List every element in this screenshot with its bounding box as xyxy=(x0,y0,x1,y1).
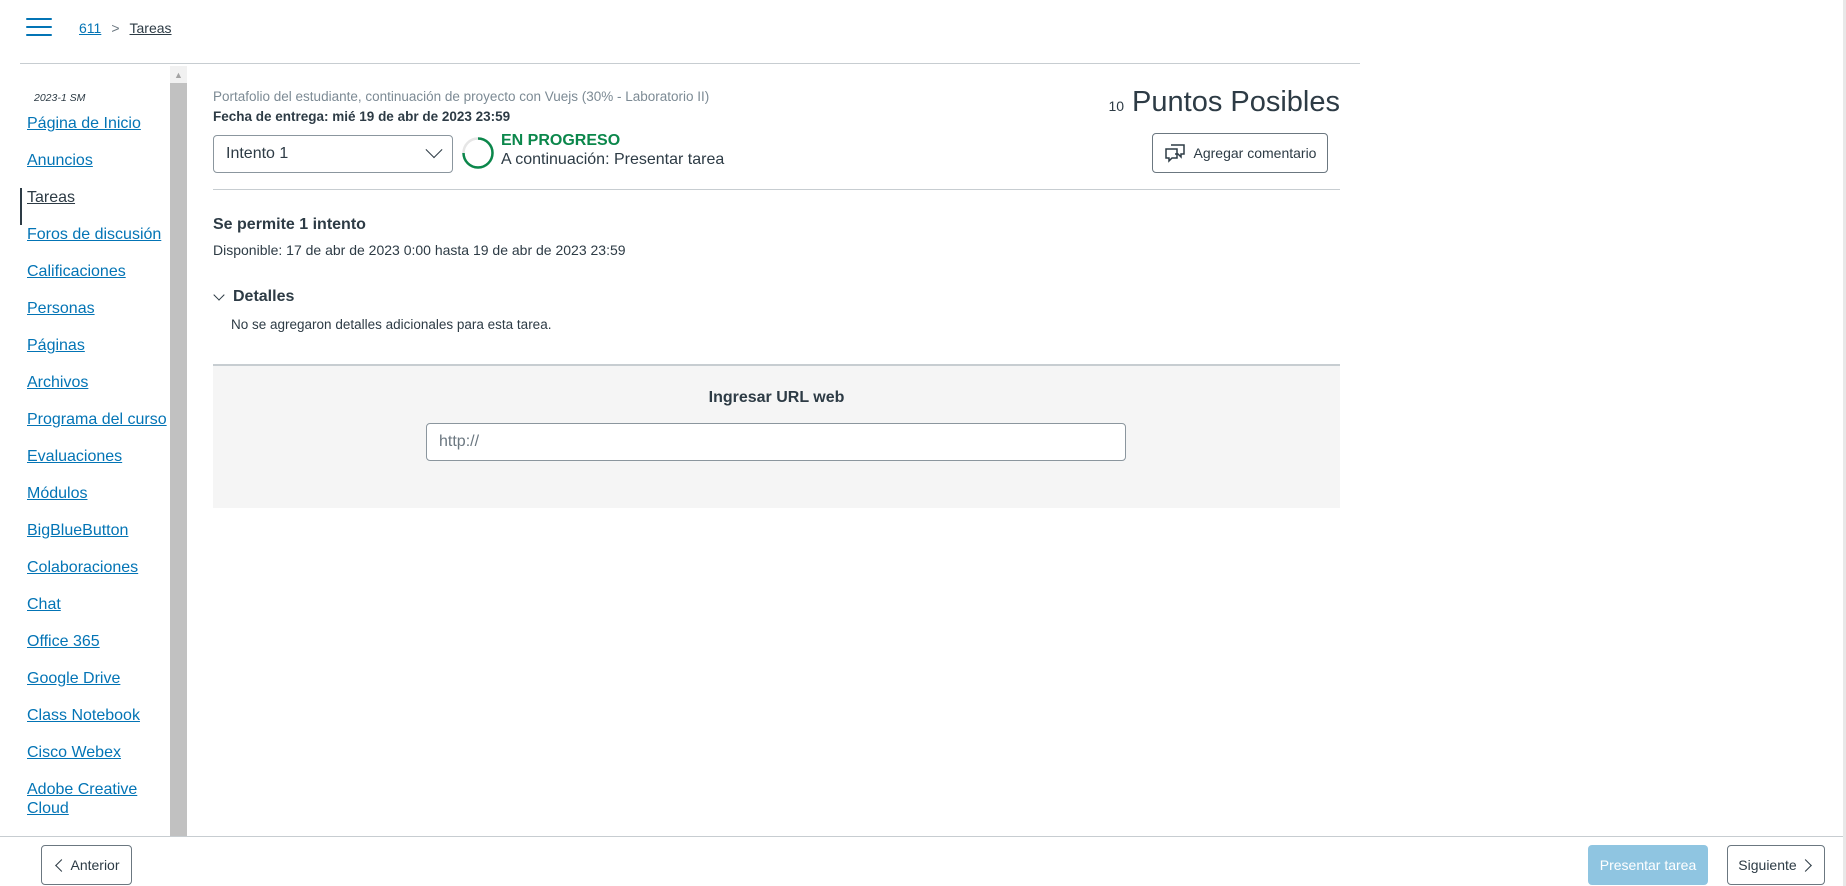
scroll-up-arrow-icon[interactable]: ▲ xyxy=(170,66,187,83)
breadcrumb-separator-icon: > xyxy=(111,20,120,36)
due-date: Fecha de entrega: mié 19 de abr de 2023 … xyxy=(213,109,511,124)
submit-assignment-button[interactable]: Presentar tarea xyxy=(1588,845,1708,885)
sidebar-item-link[interactable]: BigBlueButton xyxy=(27,521,128,540)
sidebar-item-link[interactable]: Adobe Creative Cloud xyxy=(27,780,170,818)
breadcrumb: 611 > Tareas xyxy=(79,20,172,36)
sidebar-item: Google Drive xyxy=(20,669,170,706)
sidebar-item: Tareas xyxy=(20,188,170,225)
breadcrumb-course-link[interactable]: 611 xyxy=(79,20,101,36)
attempt-selected-value: Intento 1 xyxy=(226,145,289,162)
next-step-label: A continuación: Presentar tarea xyxy=(501,151,725,168)
hamburger-menu-icon[interactable] xyxy=(26,18,52,40)
sidebar-item-link[interactable]: Colaboraciones xyxy=(27,558,138,577)
details-text: No se agregaron detalles adicionales par… xyxy=(231,317,552,332)
sidebar-item-link[interactable]: Evaluaciones xyxy=(27,447,122,466)
breadcrumb-current-link[interactable]: Tareas xyxy=(130,20,172,36)
next-button[interactable]: Siguiente xyxy=(1727,845,1825,885)
sidebar-item: Calificaciones xyxy=(20,262,170,299)
sidebar-item: Adobe Creative Cloud xyxy=(20,780,170,832)
previous-button[interactable]: Anterior xyxy=(41,845,132,885)
points-label: Puntos Posibles xyxy=(1132,86,1340,118)
term-label: 2023-1 SM xyxy=(34,92,86,104)
sidebar-item-link[interactable]: Páginas xyxy=(27,336,85,355)
chevron-down-icon xyxy=(425,141,443,159)
sidebar-item-link[interactable]: Chat xyxy=(27,595,61,614)
url-entry-label: Ingresar URL web xyxy=(708,389,845,406)
sidebar-item-link[interactable]: Página de Inicio xyxy=(27,114,141,133)
sidebar-item-link[interactable]: Class Notebook xyxy=(27,706,140,725)
chevron-left-icon xyxy=(55,858,69,872)
sidebar-item: Cisco Webex xyxy=(20,743,170,780)
sidebar-item: Office 365 xyxy=(20,632,170,669)
sidebar-item: Evaluaciones xyxy=(20,447,170,484)
sidebar-item-link[interactable]: Programa del curso xyxy=(27,410,167,429)
sidebar-item-link[interactable]: Módulos xyxy=(27,484,87,503)
sidebar-item: Archivos xyxy=(20,373,170,410)
details-label: Detalles xyxy=(233,288,295,305)
sidebar-item-link[interactable]: Google Drive xyxy=(27,669,120,688)
add-comment-button[interactable]: Agregar comentario xyxy=(1152,133,1328,173)
sidebar-item-link[interactable]: Foros de discusión xyxy=(27,225,161,244)
sidebar-item: Foros de discusión xyxy=(20,225,170,262)
sidebar-item: Páginas xyxy=(20,336,170,373)
points-possible: 10 Puntos Posibles xyxy=(1108,86,1340,119)
sidebar-item-link[interactable]: Office 365 xyxy=(27,632,100,651)
course-nav-sidebar: 2023-1 SM Página de Inicio Anuncios Tareas… xyxy=(20,66,170,836)
sidebar-scrollbar[interactable]: ▲ xyxy=(170,66,187,836)
sidebar-item: Anuncios xyxy=(20,151,170,188)
sidebar-item-link[interactable]: Calificaciones xyxy=(27,262,126,281)
sidebar-item: BigBlueButton xyxy=(20,521,170,558)
sidebar-item: Página de Inicio xyxy=(20,114,170,151)
assignment-title: Portafolio del estudiante, continuación … xyxy=(213,89,710,104)
sidebar-item-link[interactable]: Personas xyxy=(27,299,95,318)
sidebar-item-link[interactable]: Anuncios xyxy=(27,151,93,170)
divider xyxy=(213,189,1340,190)
top-bar: 611 > Tareas xyxy=(20,0,1360,64)
sidebar-item: Módulos xyxy=(20,484,170,521)
submit-label: Presentar tarea xyxy=(1599,857,1697,873)
sidebar-item: Personas xyxy=(20,299,170,336)
sidebar-item: Colaboraciones xyxy=(20,558,170,595)
sidebar-item-link[interactable]: Tareas xyxy=(27,188,75,207)
details-toggle[interactable]: Detalles xyxy=(213,288,294,306)
sidebar-item: Class Notebook xyxy=(20,706,170,743)
points-value: 10 xyxy=(1108,98,1125,114)
chevron-down-icon xyxy=(213,289,225,301)
sidebar-item: Chat xyxy=(20,595,170,632)
sidebar-item-link[interactable]: Archivos xyxy=(27,373,88,392)
attempt-select[interactable]: Intento 1 xyxy=(213,135,453,173)
sidebar-item-link[interactable]: Cisco Webex xyxy=(27,743,121,762)
status-label: EN PROGRESO xyxy=(501,132,621,149)
status-block: EN PROGRESO A continuación: Presentar ta… xyxy=(501,132,724,169)
course-nav-list: Página de Inicio Anuncios Tareas Foros de d… xyxy=(20,114,170,832)
sidebar-item: Programa del curso xyxy=(20,410,170,447)
chevron-right-icon xyxy=(1798,858,1812,872)
add-comment-label: Agregar comentario xyxy=(1193,145,1317,161)
footer-bar: Anterior Presentar tarea Siguiente xyxy=(0,836,1846,886)
previous-label: Anterior xyxy=(70,857,120,873)
url-input[interactable] xyxy=(426,423,1126,461)
comment-icon xyxy=(1164,144,1185,163)
availability-range: Disponible: 17 de abr de 2023 0:00 hasta… xyxy=(213,242,626,258)
next-label: Siguiente xyxy=(1738,857,1797,873)
progress-ring-icon xyxy=(462,137,494,169)
url-submission-panel: Ingresar URL web xyxy=(213,364,1340,508)
attempts-allowed: Se permite 1 intento xyxy=(213,216,366,233)
